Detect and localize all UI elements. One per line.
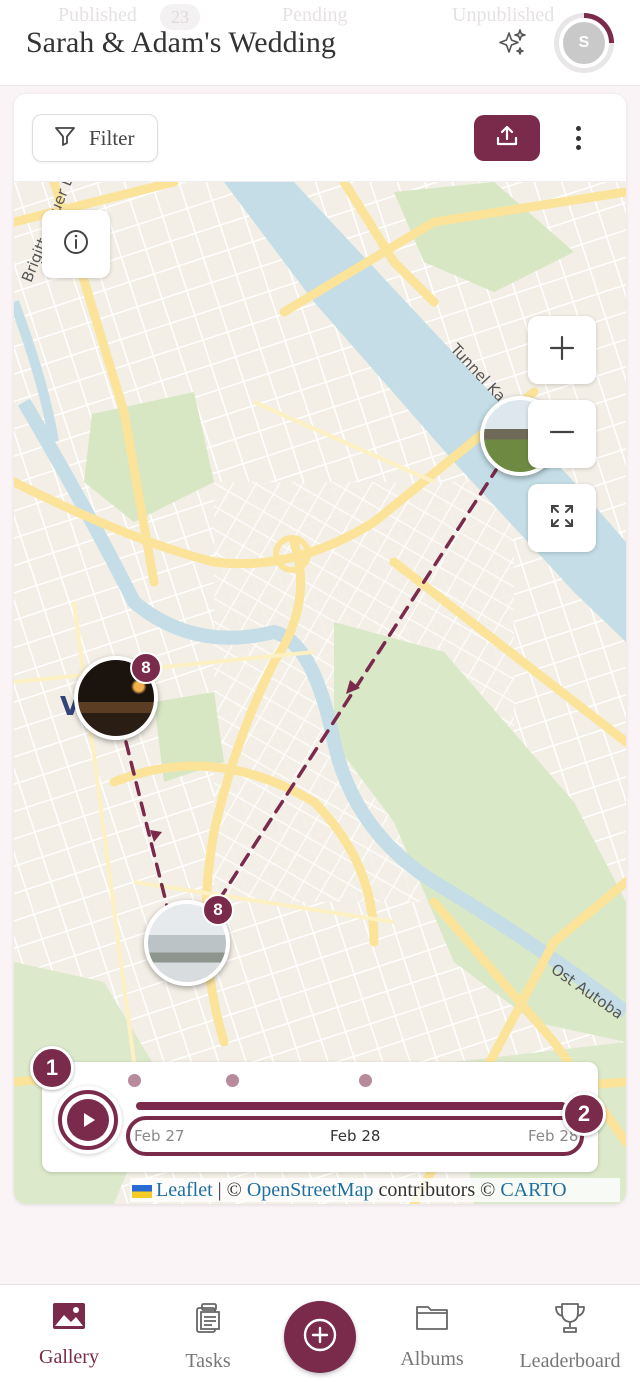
more-dot [575, 135, 581, 141]
fullscreen-button[interactable] [528, 484, 596, 552]
timeline-range-slider[interactable]: Feb 27 Feb 28 Feb 28 [126, 1116, 584, 1156]
more-options-button[interactable] [570, 122, 586, 154]
more-dot [575, 145, 581, 150]
avatar: S [559, 18, 609, 68]
zoom-out-button[interactable] [528, 400, 596, 468]
tab-published[interactable]: Published [58, 4, 137, 27]
plus-icon [548, 334, 576, 367]
timeline-event-dot[interactable] [128, 1074, 141, 1087]
plus-circle-icon [302, 1317, 338, 1358]
nav-gallery-label: Gallery [39, 1346, 99, 1368]
minus-icon [548, 418, 576, 451]
map-attribution: Leaflet | © OpenStreetMap contributors ©… [130, 1178, 620, 1202]
fullscreen-icon [548, 502, 576, 535]
zoom-in-button[interactable] [528, 316, 596, 384]
play-button-wrap [54, 1086, 122, 1154]
filter-label: Filter [89, 125, 135, 150]
nav-tasks-label: Tasks [185, 1350, 231, 1372]
timeline-event-dot[interactable] [359, 1074, 372, 1087]
play-button[interactable] [58, 1090, 118, 1150]
more-dot [575, 126, 581, 131]
timeline-track[interactable] [136, 1102, 566, 1110]
clipboard-icon [191, 1301, 225, 1340]
folder-icon [414, 1301, 450, 1338]
tab-pending[interactable]: Pending [282, 4, 348, 27]
tab-unpublished[interactable]: Unpublished [452, 4, 554, 27]
info-icon [61, 227, 91, 262]
sparkle-icon[interactable] [496, 27, 528, 59]
nav-leaderboard[interactable]: Leaderboard [506, 1285, 634, 1385]
info-button[interactable] [42, 210, 110, 278]
step-badge-start: 1 [30, 1046, 74, 1090]
map-view[interactable]: Brigittenauer L Tunnel Ka Ost Autoba V [14, 182, 626, 1204]
timeline-panel: Feb 27 Feb 28 Feb 28 1 2 [30, 1046, 606, 1172]
bottom-nav: Gallery Tasks Albums Leaderboard [0, 1284, 640, 1385]
osm-link[interactable]: OpenStreetMap [247, 1179, 374, 1201]
timeline-event-dot[interactable] [226, 1074, 239, 1087]
app-root: Published 23 Pending Unpublished Sarah &… [0, 0, 640, 1385]
play-icon [67, 1099, 109, 1141]
trophy-icon [552, 1301, 588, 1340]
filter-button[interactable]: Filter [32, 114, 158, 162]
map-card: Filter Tunnel Ka Ost Autoba V 8 8 Feb 27… [14, 94, 626, 1204]
nav-gallery[interactable]: Gallery [5, 1285, 133, 1385]
cluster-count-badge: 8 [202, 894, 234, 926]
nav-albums[interactable]: Albums [368, 1285, 496, 1385]
upload-button[interactable] [474, 115, 540, 161]
step-badge-end: 2 [562, 1092, 606, 1136]
nav-leaderboard-label: Leaderboard [519, 1350, 621, 1372]
leaflet-link[interactable]: Leaflet [156, 1179, 213, 1201]
ukraine-flag-icon [132, 1184, 152, 1198]
attribution-separator: | © [212, 1179, 247, 1201]
nav-albums-label: Albums [400, 1348, 464, 1370]
date-mid-label: Feb 28 [330, 1127, 381, 1145]
cluster-count-badge: 8 [130, 652, 162, 684]
nav-tasks[interactable]: Tasks [144, 1285, 272, 1385]
filter-icon [53, 124, 77, 153]
map-toolbar: Filter [14, 94, 626, 182]
attribution-contributors: contributors © [373, 1179, 501, 1201]
gallery-icon [51, 1301, 87, 1336]
upload-icon [494, 123, 520, 154]
add-photo-button[interactable] [284, 1301, 356, 1373]
app-header: Published 23 Pending Unpublished Sarah &… [0, 0, 640, 86]
date-start-label: Feb 27 [134, 1127, 185, 1145]
carto-link[interactable]: CARTO [500, 1179, 566, 1201]
profile-progress-ring[interactable]: S [554, 13, 614, 73]
page-title: Sarah & Adam's Wedding [26, 26, 336, 59]
